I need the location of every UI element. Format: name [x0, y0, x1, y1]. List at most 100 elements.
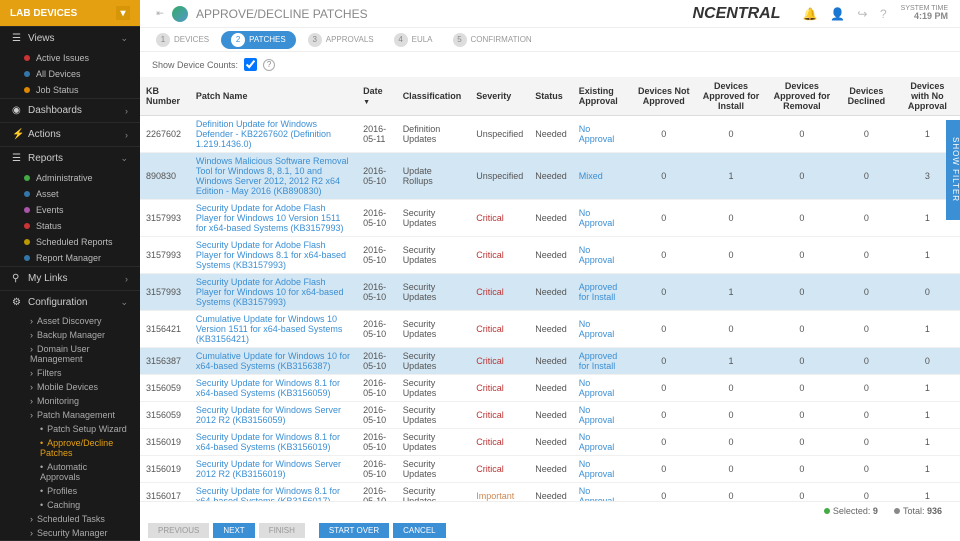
sidebar-subitem[interactable]: ›Filters [0, 366, 140, 380]
patch-name-link[interactable]: Security Update for Windows 8.1 for x64-… [190, 429, 357, 456]
patch-name-link[interactable]: Cumulative Update for Windows 10 for x64… [190, 348, 357, 375]
sidebar-subitem[interactable]: ›Monitoring [0, 394, 140, 408]
column-header[interactable]: Date ▼ [357, 77, 397, 116]
wizard-step[interactable]: 3APPROVALS [300, 33, 382, 47]
sidebar-subitem2[interactable]: •Patch Setup Wizard [0, 422, 140, 436]
wizard-step[interactable]: 2PATCHES [221, 31, 296, 49]
column-header[interactable]: Classification [397, 77, 471, 116]
sidebar-dropdown-icon[interactable]: ▾ [116, 6, 130, 20]
column-header[interactable]: Devices with No Approval [895, 77, 960, 116]
sidebar-subitem2[interactable]: •Approve/Decline Patches [0, 436, 140, 460]
sidebar-subitem[interactable]: ›Asset Discovery [0, 314, 140, 328]
approval-link[interactable]: Approved for Install [573, 348, 632, 375]
nav-views[interactable]: ☰Views⌄ [0, 26, 140, 50]
patch-name-link[interactable]: Security Update for Windows 8.1 for x64-… [190, 375, 357, 402]
table-row[interactable]: 3156059Security Update for Windows Serve… [140, 402, 960, 429]
previous-button[interactable]: PREVIOUS [148, 523, 209, 538]
patch-name-link[interactable]: Cumulative Update for Windows 10 Version… [190, 311, 357, 348]
table-row[interactable]: 3156387Cumulative Update for Windows 10 … [140, 348, 960, 375]
column-header[interactable]: Patch Name [190, 77, 357, 116]
approval-link[interactable]: No Approval [573, 456, 632, 483]
sidebar-subitem[interactable]: ›Mobile Devices [0, 380, 140, 394]
patch-name-link[interactable]: Definition Update for Windows Defender -… [190, 116, 357, 153]
table-row[interactable]: 3156019Security Update for Windows Serve… [140, 456, 960, 483]
sidebar-subitem2[interactable]: •Caching [0, 498, 140, 512]
start-over-button[interactable]: START OVER [319, 523, 389, 538]
counts-checkbox[interactable] [244, 58, 257, 71]
approval-link[interactable]: Approved for Install [573, 274, 632, 311]
sidebar-subitem2[interactable]: •Automatic Approvals [0, 460, 140, 484]
sidebar-item[interactable]: Events [0, 202, 140, 218]
patch-name-link[interactable]: Windows Malicious Software Removal Tool … [190, 153, 357, 200]
wizard-step[interactable]: 5CONFIRMATION [445, 33, 540, 47]
cancel-button[interactable]: CANCEL [393, 523, 445, 538]
step-number: 1 [156, 33, 170, 47]
wizard-step[interactable]: 4EULA [386, 33, 441, 47]
user-icon[interactable]: 👤 [830, 7, 845, 21]
column-header[interactable]: Devices Declined [838, 77, 895, 116]
table-row[interactable]: 3156059Security Update for Windows 8.1 f… [140, 375, 960, 402]
sidebar-item[interactable]: All Devices [0, 66, 140, 82]
table-row[interactable]: 890830Windows Malicious Software Removal… [140, 153, 960, 200]
approval-link[interactable]: No Approval [573, 375, 632, 402]
table-row[interactable]: 3156421Cumulative Update for Windows 10 … [140, 311, 960, 348]
table-row[interactable]: 3157993Security Update for Adobe Flash P… [140, 200, 960, 237]
patch-name-link[interactable]: Security Update for Adobe Flash Player f… [190, 237, 357, 274]
bell-icon[interactable]: 🔔 [802, 7, 817, 21]
table-row[interactable]: 3157993Security Update for Adobe Flash P… [140, 274, 960, 311]
sidebar-item[interactable]: Active Issues [0, 50, 140, 66]
table-row[interactable]: 3157993Security Update for Adobe Flash P… [140, 237, 960, 274]
sidebar-item[interactable]: Administrative [0, 170, 140, 186]
column-header[interactable]: Devices Not Approved [631, 77, 696, 116]
sidebar-subitem[interactable]: ›Scheduled Tasks [0, 512, 140, 526]
approval-link[interactable]: No Approval [573, 311, 632, 348]
sidebar-item[interactable]: Scheduled Reports [0, 234, 140, 250]
approval-link[interactable]: No Approval [573, 237, 632, 274]
sidebar-subitem[interactable]: ›Domain User Management [0, 342, 140, 366]
wizard-step[interactable]: 1DEVICES [148, 33, 217, 47]
counts-label: Show Device Counts: [152, 60, 238, 70]
column-header[interactable]: Status [529, 77, 573, 116]
table-row[interactable]: 3156019Security Update for Windows 8.1 f… [140, 429, 960, 456]
next-button[interactable]: NEXT [213, 523, 254, 538]
patch-name-link[interactable]: Security Update for Windows Server 2012 … [190, 402, 357, 429]
patch-name-link[interactable]: Security Update for Windows 8.1 for x64-… [190, 483, 357, 502]
approval-link[interactable]: No Approval [573, 402, 632, 429]
column-header[interactable]: Devices Approved for Install [696, 77, 766, 116]
table-row[interactable]: 3156017Security Update for Windows 8.1 f… [140, 483, 960, 502]
approval-link[interactable]: No Approval [573, 429, 632, 456]
column-header[interactable]: Severity [470, 77, 529, 116]
nav-dashboards[interactable]: ◉Dashboards› [0, 98, 140, 122]
approval-link[interactable]: No Approval [573, 116, 632, 153]
nav-reports[interactable]: ☰Reports⌄ [0, 146, 140, 170]
sidebar-item[interactable]: Job Status [0, 82, 140, 98]
help-icon[interactable]: ? [880, 7, 887, 21]
column-header[interactable]: KB Number [140, 77, 190, 116]
nav-mylinks[interactable]: ⚲My Links› [0, 266, 140, 290]
sidebar-item[interactable]: Status [0, 218, 140, 234]
patch-name-link[interactable]: Security Update for Windows Server 2012 … [190, 456, 357, 483]
sidebar-subitem[interactable]: ›Backup Manager [0, 328, 140, 342]
column-header[interactable]: Existing Approval [573, 77, 632, 116]
table-row[interactable]: 2267602Definition Update for Windows Def… [140, 116, 960, 153]
sidebar-subitem[interactable]: ›Patch Management [0, 408, 140, 422]
column-header[interactable]: Devices Approved for Removal [766, 77, 838, 116]
approval-link[interactable]: Mixed [573, 153, 632, 200]
patch-name-link[interactable]: Security Update for Adobe Flash Player f… [190, 274, 357, 311]
nav-config[interactable]: ⚙Configuration⌄ [0, 290, 140, 314]
sidebar-subitem2[interactable]: •Profiles [0, 484, 140, 498]
approval-link[interactable]: No Approval [573, 483, 632, 502]
sidebar-item[interactable]: Report Manager [0, 250, 140, 266]
logout-icon[interactable]: ↪ [857, 7, 867, 21]
approval-link[interactable]: No Approval [573, 200, 632, 237]
finish-button[interactable]: FINISH [259, 523, 305, 538]
nav-actions[interactable]: ⚡Actions› [0, 122, 140, 146]
sidebar-header[interactable]: LAB DEVICES ▾ [0, 0, 140, 26]
show-filter-tab[interactable]: SHOW FILTER [946, 120, 960, 220]
collapse-sidebar-icon[interactable]: ⇤ [152, 8, 168, 19]
sidebar-subitem[interactable]: ›Security Manager [0, 526, 140, 540]
grid-scroll[interactable]: KB NumberPatch NameDate ▼ClassificationS… [140, 77, 960, 501]
sidebar-item[interactable]: Asset [0, 186, 140, 202]
counts-help-icon[interactable]: ? [263, 59, 275, 71]
patch-name-link[interactable]: Security Update for Adobe Flash Player f… [190, 200, 357, 237]
